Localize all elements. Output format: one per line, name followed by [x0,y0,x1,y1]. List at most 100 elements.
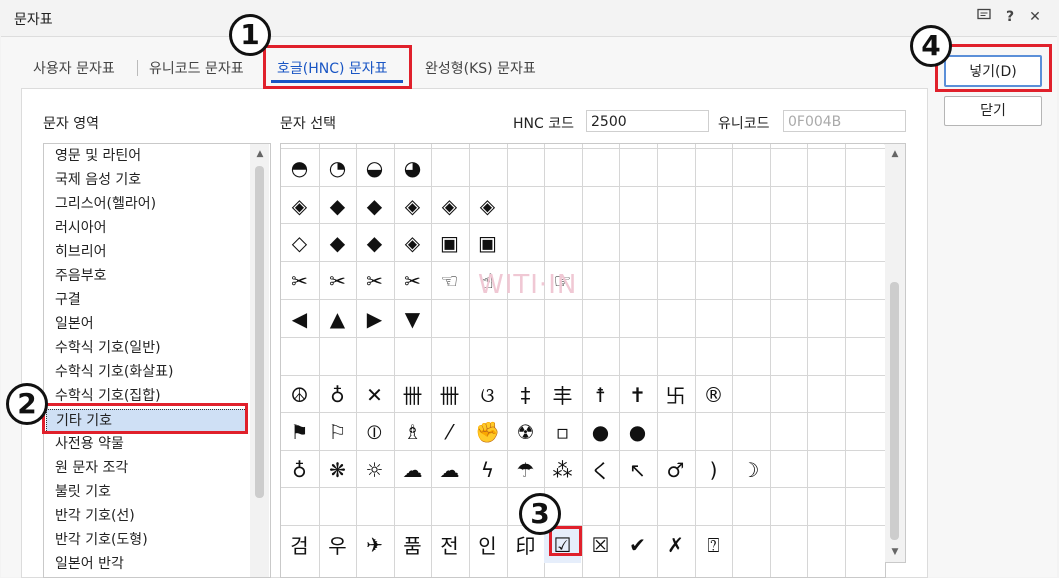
char-cell[interactable]: く [582,451,619,488]
grid-scroll-up-icon[interactable]: ▲ [888,147,902,161]
char-cell[interactable]: ✈ [356,526,393,563]
char-cell[interactable] [845,488,882,525]
char-cell[interactable] [544,338,581,375]
char-cell[interactable] [657,149,694,186]
char-cell[interactable] [507,300,544,337]
char-cell[interactable]: ✊ [469,413,506,450]
char-cell[interactable]: ▣ [469,224,506,261]
char-cell[interactable] [845,376,882,413]
char-cell[interactable]: ◆ [319,224,356,261]
char-cell[interactable]: 卌 [394,376,431,413]
char-cell[interactable] [807,451,844,488]
char-cell[interactable] [807,376,844,413]
close-icon[interactable]: ✕ [1026,8,1044,26]
char-cell[interactable] [469,300,506,337]
char-cell[interactable] [356,488,393,525]
char-area-item[interactable]: 반각 기호(도형) [55,529,148,553]
char-cell[interactable] [619,149,656,186]
char-cell[interactable]: ▫ [544,413,581,450]
char-cell[interactable] [431,338,468,375]
char-cell[interactable]: ✗ [657,526,694,563]
char-area-item[interactable]: 수학식 기호(화살표) [55,361,173,385]
tab-unicode-charset[interactable]: 유니코드 문자표 [149,58,244,78]
char-cell[interactable] [431,300,468,337]
char-cell[interactable]: ☽ [732,451,769,488]
char-area-item[interactable]: 그리스어(헬라어) [55,193,156,217]
close-button[interactable]: 닫기 [944,96,1042,126]
char-cell[interactable] [807,224,844,261]
char-cell[interactable] [845,526,882,563]
char-cell[interactable] [356,338,393,375]
char-cell[interactable] [732,262,769,299]
char-cell[interactable] [770,300,807,337]
char-cell[interactable]: ● [582,413,619,450]
char-cell[interactable] [469,488,506,525]
char-cell[interactable] [695,262,732,299]
char-cell[interactable] [770,149,807,186]
grid-scroll-down-icon[interactable]: ▼ [888,545,902,559]
char-area-item[interactable]: 국제 음성 기호 [55,169,141,193]
char-cell[interactable] [807,488,844,525]
char-cell[interactable] [281,488,318,525]
grid-scrollbar[interactable]: ▲ ▼ [885,143,906,563]
char-cell[interactable]: ⍰ [695,526,732,563]
char-cell[interactable] [732,413,769,450]
char-cell[interactable]: ♗ [394,413,431,450]
char-cell[interactable]: ◀ [281,300,318,337]
char-cell[interactable]: ● [619,413,656,450]
char-area-item[interactable]: 주음부호 [55,265,107,289]
char-cell[interactable] [619,187,656,224]
char-cell[interactable]: ☼ [356,451,393,488]
char-cell[interactable]: ◈ [281,187,318,224]
list-scrollbar[interactable]: ▲ [250,144,269,577]
char-area-item[interactable]: 러시아어 [55,217,107,241]
char-cell[interactable]: 인 [469,526,506,563]
char-cell[interactable]: ♁ [319,376,356,413]
char-cell[interactable] [807,262,844,299]
char-cell[interactable] [582,300,619,337]
char-cell[interactable] [732,224,769,261]
char-cell[interactable]: ☁ [394,451,431,488]
char-cell[interactable] [619,300,656,337]
char-cell[interactable] [582,149,619,186]
char-cell[interactable] [695,488,732,525]
char-cell[interactable] [845,338,882,375]
char-cell[interactable] [845,451,882,488]
char-cell[interactable]: ⁂ [544,451,581,488]
char-cell[interactable] [695,413,732,450]
char-cell[interactable] [394,338,431,375]
char-cell[interactable] [695,187,732,224]
char-cell[interactable]: ) [695,451,732,488]
char-cell[interactable] [695,300,732,337]
char-area-item[interactable]: 구결 [55,289,81,313]
tab-user-charset[interactable]: 사용자 문자표 [33,58,115,78]
char-cell[interactable]: ☨ [582,376,619,413]
char-area-item[interactable]: 영문 및 라틴어 [55,145,141,169]
char-cell[interactable]: ‡ [507,376,544,413]
char-cell[interactable] [507,149,544,186]
char-area-item[interactable]: 수학식 기호(일반) [55,337,161,361]
char-area-item[interactable]: 반각 기호(선) [55,505,135,529]
char-cell[interactable] [507,224,544,261]
char-cell[interactable] [619,338,656,375]
char-cell[interactable]: ◔ [319,149,356,186]
char-cell[interactable]: ⚑ [281,413,318,450]
char-cell[interactable] [582,488,619,525]
char-cell[interactable] [845,262,882,299]
char-cell[interactable] [582,187,619,224]
char-cell[interactable] [807,149,844,186]
char-cell[interactable] [657,488,694,525]
char-cell[interactable]: ◈ [469,187,506,224]
char-cell[interactable] [732,187,769,224]
char-cell[interactable]: ▶ [356,300,393,337]
char-cell[interactable]: ϟ [469,451,506,488]
char-area-item[interactable]: 불릿 기호 [55,481,111,505]
char-cell[interactable] [807,413,844,450]
char-cell[interactable]: 卌 [431,376,468,413]
char-cell[interactable]: ◈ [394,224,431,261]
char-cell[interactable] [770,338,807,375]
char-cell[interactable]: ☒ [582,526,619,563]
char-cell[interactable] [657,338,694,375]
char-cell[interactable]: ▣ [431,224,468,261]
char-cell[interactable] [619,262,656,299]
